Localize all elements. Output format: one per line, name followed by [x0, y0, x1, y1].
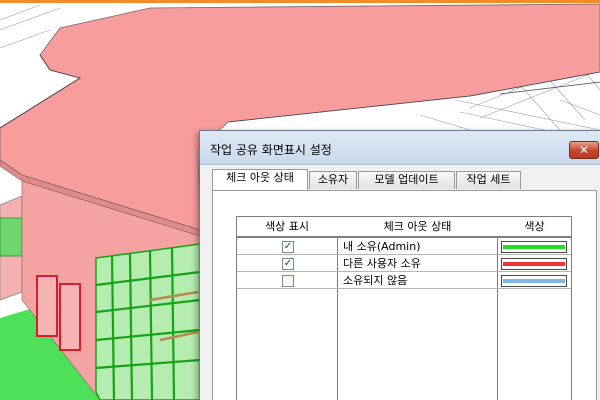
table-row: ✓ 내 소유(Admin) [237, 239, 571, 255]
tab-strip: 체크 아웃 상태 소유자 모델 업데이트 작업 세트 [212, 169, 597, 191]
tab-panel-checkout-status: 색상 표시 체크 아웃 상태 색상 ✓ 내 소유(Admin) ✓ 다른 사용자… [212, 190, 597, 400]
checkout-status-table: 색상 표시 체크 아웃 상태 색상 ✓ 내 소유(Admin) ✓ 다른 사용자… [236, 216, 572, 400]
show-color-checkbox[interactable]: ✓ [282, 258, 294, 270]
curtain-wall [95, 243, 201, 400]
show-color-checkbox[interactable] [282, 275, 294, 287]
status-label: 다른 사용자 소유 [343, 257, 421, 270]
dialog-title: 작업 공유 화면표시 설정 [210, 143, 332, 157]
color-swatch[interactable] [501, 258, 567, 270]
color-swatch[interactable] [501, 241, 567, 253]
status-label: 내 소유(Admin) [343, 240, 421, 253]
show-color-checkbox[interactable]: ✓ [282, 241, 294, 253]
swatch-color-fill [503, 279, 565, 283]
status-label: 소유되지 않음 [343, 274, 408, 287]
tab-checkout-status[interactable]: 체크 아웃 상태 [212, 169, 308, 190]
workset-display-settings-dialog: 작업 공유 화면표시 설정 ✕ 체크 아웃 상태 소유자 모델 업데이트 작업 … [199, 130, 600, 400]
header-color[interactable]: 색상 [498, 217, 571, 236]
header-show-color[interactable]: 색상 표시 [237, 217, 337, 236]
table-row: 소유되지 않음 [237, 273, 571, 289]
table-row: ✓ 다른 사용자 소유 [237, 256, 571, 272]
swatch-color-fill [503, 262, 565, 266]
tab-owners[interactable]: 소유자 [309, 171, 357, 189]
table-header: 색상 표시 체크 아웃 상태 색상 [237, 217, 571, 238]
accent-bar [0, 0, 600, 3]
close-button[interactable]: ✕ [569, 141, 599, 159]
tab-model-updates[interactable]: 모델 업데이트 [358, 171, 455, 189]
tab-worksets[interactable]: 작업 세트 [456, 171, 521, 189]
swatch-color-fill [503, 245, 565, 249]
dialog-titlebar[interactable]: 작업 공유 화면표시 설정 ✕ [200, 131, 600, 165]
side-glazing [0, 217, 23, 257]
color-swatch[interactable] [501, 275, 567, 287]
header-checkout-status[interactable]: 체크 아웃 상태 [338, 217, 497, 236]
